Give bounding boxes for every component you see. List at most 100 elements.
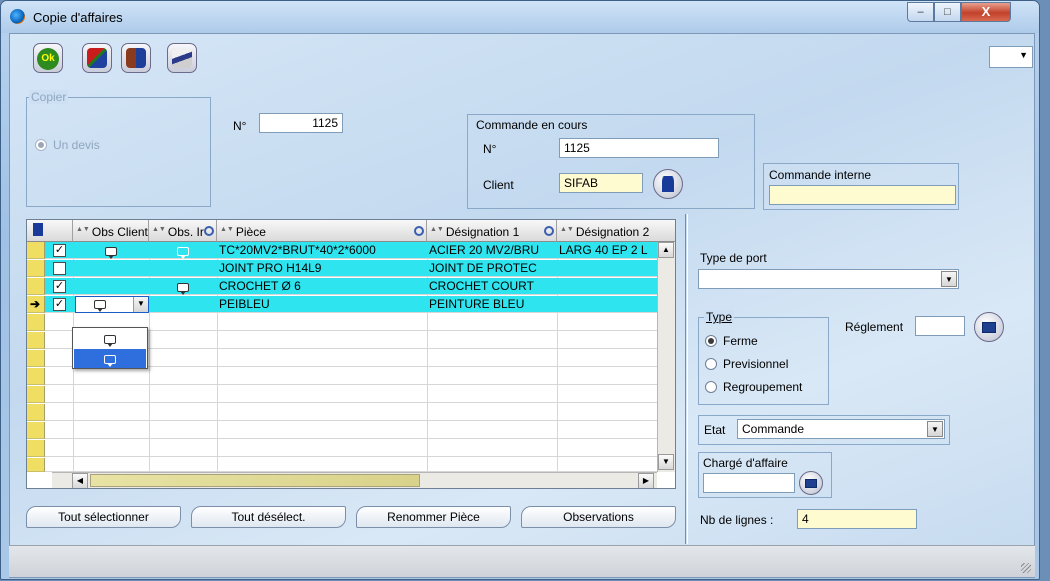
piece-cell[interactable]: CROCHET Ø 6 <box>219 279 301 293</box>
obs-ir-cell[interactable] <box>177 281 189 295</box>
piece-cell[interactable]: JOINT PRO H14L9 <box>219 261 321 275</box>
nb-lignes-label: Nb de lignes : <box>700 513 774 527</box>
resize-grip-icon[interactable] <box>1021 563 1031 573</box>
minimize-button[interactable]: – <box>907 2 934 22</box>
observations-button[interactable]: Observations <box>521 506 676 528</box>
row-checkbox[interactable]: ✓ <box>53 244 66 257</box>
dropdown-option-selected[interactable] <box>74 349 146 368</box>
select-all-button[interactable]: Tout sélectionner <box>26 506 181 528</box>
row-header[interactable] <box>27 242 45 259</box>
header-designation2[interactable]: ▲▼ Désignation 2 <box>557 220 675 242</box>
row-header[interactable] <box>27 332 45 349</box>
comment-icon <box>104 335 116 347</box>
type-option-ferme[interactable]: Ferme <box>705 334 758 348</box>
designation1-cell[interactable]: CROCHET COURT <box>429 279 555 293</box>
designation1-cell[interactable]: ACIER 20 MV2/BRU <box>429 243 555 257</box>
chevron-down-icon[interactable]: ▼ <box>133 297 148 312</box>
obs-ir-cell[interactable] <box>177 245 189 259</box>
table-row <box>27 458 657 472</box>
header-piece[interactable]: ▲▼ Pièce <box>217 220 427 242</box>
delete-button[interactable] <box>82 43 112 73</box>
row-header[interactable] <box>27 260 45 277</box>
reglement-field[interactable] <box>915 316 965 336</box>
client-lookup-button[interactable] <box>653 169 683 199</box>
ok-button[interactable]: Ok <box>33 43 63 73</box>
obs-client-combo[interactable]: ▼ <box>75 296 149 313</box>
header-designation2-label: Désignation 2 <box>575 225 650 239</box>
maximize-button[interactable]: □ <box>934 2 961 22</box>
comment-icon <box>105 247 117 259</box>
client-label: Client <box>483 178 514 192</box>
horizontal-scrollbar[interactable]: ◀ ▶ <box>52 472 657 488</box>
rename-piece-button[interactable]: Renommer Pièce <box>356 506 511 528</box>
piece-cell[interactable]: TC*20MV2*BRUT*40*2*6000 <box>219 243 376 257</box>
copier-option-un-devis[interactable]: Un devis <box>35 138 100 152</box>
commande-no-field[interactable]: 1125 <box>559 138 719 158</box>
sort-icon: ▲▼ <box>220 226 234 233</box>
row-header[interactable] <box>27 440 45 457</box>
row-checkbox[interactable]: ✓ <box>53 298 66 311</box>
deselect-all-button[interactable]: Tout désélect. <box>191 506 346 528</box>
row-header[interactable] <box>27 386 45 403</box>
dropdown-option[interactable] <box>74 329 146 348</box>
radio-icon <box>705 358 717 370</box>
row-header[interactable] <box>27 422 45 439</box>
print-button[interactable] <box>167 43 197 73</box>
row-header[interactable] <box>27 350 45 367</box>
header-obs-ir[interactable]: ▲▼ Obs. Ir <box>149 220 217 242</box>
reglement-lookup-button[interactable] <box>974 312 1004 342</box>
numero-field[interactable]: 1125 <box>259 113 343 133</box>
exit-button[interactable] <box>121 43 151 73</box>
type-option-label: Previsionnel <box>723 357 789 371</box>
window-title: Copie d'affaires <box>33 10 123 25</box>
row-checkbox[interactable] <box>53 262 66 275</box>
search-icon[interactable] <box>414 226 424 236</box>
charge-affaire-lookup-button[interactable] <box>799 471 823 495</box>
scroll-left-icon[interactable]: ◀ <box>72 473 88 488</box>
scroll-up-icon[interactable]: ▲ <box>658 242 674 258</box>
row-header[interactable] <box>27 368 45 385</box>
designation1-cell[interactable]: PEINTURE BLEU <box>429 297 555 311</box>
header-obs-client[interactable]: ▲▼ Obs Client <box>73 220 149 242</box>
table-row[interactable]: JOINT PRO H14L9 JOINT DE PROTEC <box>27 260 657 277</box>
row-header[interactable] <box>27 314 45 331</box>
piece-cell[interactable]: PEIBLEU <box>219 297 270 311</box>
scroll-right-icon[interactable]: ▶ <box>638 473 654 488</box>
search-icon[interactable] <box>544 226 554 236</box>
scroll-thumb[interactable] <box>90 474 420 487</box>
header-designation1[interactable]: ▲▼ Désignation 1 <box>427 220 557 242</box>
row-header[interactable] <box>27 404 45 421</box>
chevron-down-icon[interactable]: ▼ <box>941 271 957 287</box>
copier-option-label: Un devis <box>53 138 100 152</box>
commande-interne-field[interactable] <box>769 185 956 205</box>
table-row[interactable]: ✓ CROCHET Ø 6 CROCHET COURT <box>27 278 657 295</box>
chevron-down-icon[interactable]: ▼ <box>927 421 943 437</box>
comment-icon <box>177 283 189 295</box>
table-row[interactable]: ✓ TC*20MV2*BRUT*40*2*6000 ACIER 20 MV2/B… <box>27 242 657 259</box>
designation2-cell[interactable]: LARG 40 EP 2 L <box>559 243 655 257</box>
status-bar <box>9 545 1035 577</box>
type-group-label: Type <box>704 310 735 324</box>
etat-select[interactable]: Commande ▼ <box>737 419 945 439</box>
row-header[interactable] <box>27 458 45 472</box>
table-row <box>27 422 657 439</box>
close-button[interactable]: X <box>961 2 1011 22</box>
scroll-down-icon[interactable]: ▼ <box>658 454 674 470</box>
client-field[interactable]: SIFAB <box>559 173 643 193</box>
type-de-port-select[interactable]: ▼ <box>698 269 959 289</box>
designation1-cell[interactable]: JOINT DE PROTEC <box>429 261 555 275</box>
vertical-scrollbar[interactable]: ▲ ▼ <box>657 242 675 472</box>
grid-select-header[interactable] <box>27 220 73 242</box>
type-option-previsionnel[interactable]: Previsionnel <box>705 357 788 371</box>
commande-en-cours-label: Commande en cours <box>476 118 588 132</box>
table-row[interactable]: ➔ ✓ ▼ PEIBLEU PEINTURE BLEU <box>27 296 657 313</box>
obs-client-cell[interactable] <box>105 245 117 259</box>
top-right-dropdown[interactable]: ▼ <box>989 46 1033 68</box>
calculator-icon <box>982 322 996 333</box>
search-icon[interactable] <box>204 226 214 236</box>
table-row <box>27 368 657 385</box>
charge-affaire-field[interactable] <box>703 473 795 493</box>
type-option-regroupement[interactable]: Regroupement <box>705 380 802 394</box>
row-checkbox[interactable]: ✓ <box>53 280 66 293</box>
row-header[interactable] <box>27 278 45 295</box>
